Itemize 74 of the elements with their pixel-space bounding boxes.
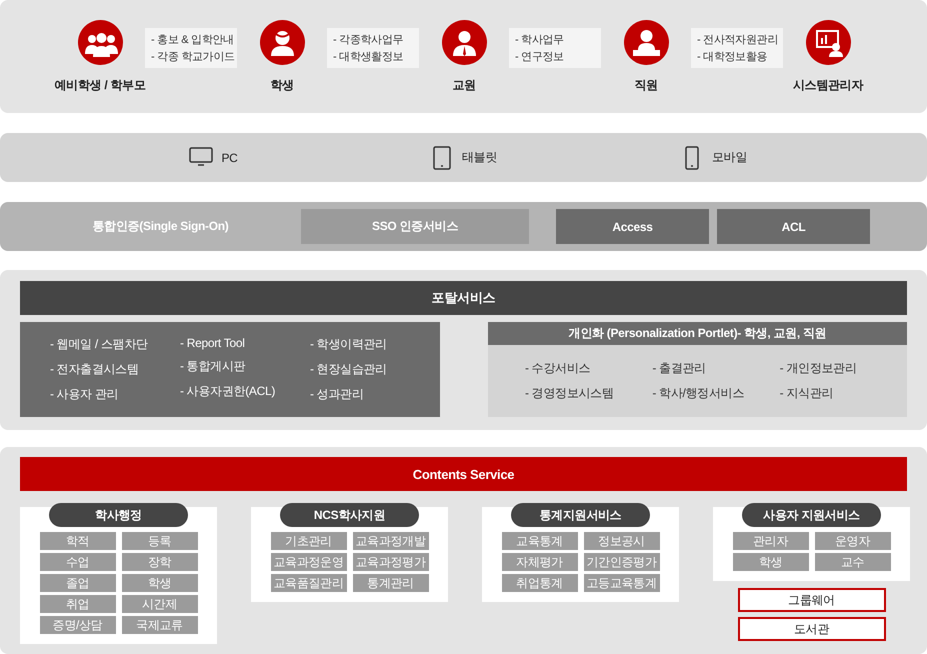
note-text: - 대학정보활용: [697, 50, 768, 64]
device-label: 모바일: [712, 149, 748, 166]
user-label: 예비학생 / 학부모: [54, 77, 146, 94]
service-item: - 학생이력관리: [310, 336, 388, 353]
group-title-pill: 통계지원서비스: [511, 503, 650, 527]
service-item: - 경영정보시스템: [525, 385, 615, 402]
user-label: 시스템관리자: [792, 77, 864, 94]
sso-box: ACL: [717, 209, 870, 244]
service-cell: 고등교육통계: [584, 574, 660, 592]
service-cell: 학생: [122, 574, 198, 592]
user-icon: [624, 20, 668, 65]
service-cell: 교육품질관리: [270, 574, 346, 592]
service-cell: 졸업: [40, 574, 116, 592]
contents-title-bar: Contents Service: [20, 457, 907, 491]
service-item: - 지식관리: [780, 385, 834, 402]
note-text: - 연구정보: [515, 50, 565, 64]
note-text: - 대학생활정보: [333, 50, 404, 64]
service-cell: 교육과정운영: [270, 553, 346, 571]
group-title-pill: 사용자 지원서비스: [742, 503, 881, 527]
service-cell: 통계관리: [352, 574, 428, 592]
note-text: - 전사적자원관리: [697, 33, 777, 47]
service-cell: 학적: [40, 532, 116, 550]
service-item: - 사용자 관리: [50, 386, 120, 403]
service-cell: 학생: [732, 553, 808, 571]
service-cell: 기초관리: [270, 532, 346, 550]
service-cell: 취업: [40, 595, 116, 613]
service-cell: 국제교류: [122, 616, 198, 634]
sso-box: SSO 인증서비스: [301, 209, 529, 244]
service-cell: 교육과정평가: [352, 553, 428, 571]
service-item: - Report Tool: [180, 336, 246, 350]
user-icon: [442, 20, 486, 65]
service-item: - 전자출결시스템: [50, 361, 140, 378]
portal-title-bar: 포탈서비스: [20, 281, 907, 315]
service-cell: 시간제: [122, 595, 198, 613]
service-cell: 정보공시: [584, 532, 660, 550]
service-item: - 개인정보관리: [780, 360, 858, 377]
note-text: - 학사업무: [515, 33, 565, 47]
service-item: - 현장실습관리: [310, 361, 388, 378]
note-text: - 각종학사업무: [333, 33, 404, 47]
user-label: 직원: [634, 77, 658, 94]
user-icon: [806, 20, 850, 65]
note-text: - 홍보 & 입학안내: [151, 33, 231, 47]
service-cell: 취업통계: [502, 574, 578, 592]
service-cell: 수업: [40, 553, 116, 571]
service-cell: 관리자: [732, 532, 808, 550]
service-item: - 출결관리: [652, 360, 707, 377]
service-cell: 교육과정개발: [352, 532, 428, 550]
service-cell: 자체평가: [502, 553, 578, 571]
link-box: 도서관: [738, 617, 886, 641]
user-icon: [78, 20, 122, 65]
service-item: - 통합게시판: [180, 358, 246, 375]
service-item: - 성과관리: [310, 386, 365, 403]
service-cell: 기간인증평가: [584, 553, 660, 571]
device-label: PC: [221, 150, 238, 164]
user-icon: [260, 20, 304, 65]
user-label: 교원: [452, 77, 476, 94]
service-cell: 교육통계: [502, 532, 578, 550]
device-label: 태블릿: [462, 149, 498, 166]
sso-label: 통합인증(Single Sign-On): [92, 218, 230, 235]
service-cell: 운영자: [814, 532, 890, 550]
service-cell: 장학: [122, 553, 198, 571]
group-title-pill: NCS학사지원: [280, 503, 419, 527]
user-label: 학생: [270, 77, 294, 94]
service-item: - 수강서비스: [525, 360, 592, 377]
service-item: - 사용자권한(ACL): [180, 383, 276, 400]
service-cell: 증명/상담: [40, 616, 116, 634]
service-cell: 등록: [122, 532, 198, 550]
service-cell: 교수: [814, 553, 890, 571]
personalization-header: 개인화 (Personalization Portlet)- 학생, 교원, 직원: [488, 322, 907, 345]
service-item: - 학사/행정서비스: [652, 385, 745, 402]
service-item: - 웹메일 / 스팸차단: [50, 336, 149, 353]
group-title-pill: 학사행정: [49, 503, 188, 527]
link-box: 그룹웨어: [738, 588, 886, 612]
sso-box: Access: [556, 209, 709, 244]
